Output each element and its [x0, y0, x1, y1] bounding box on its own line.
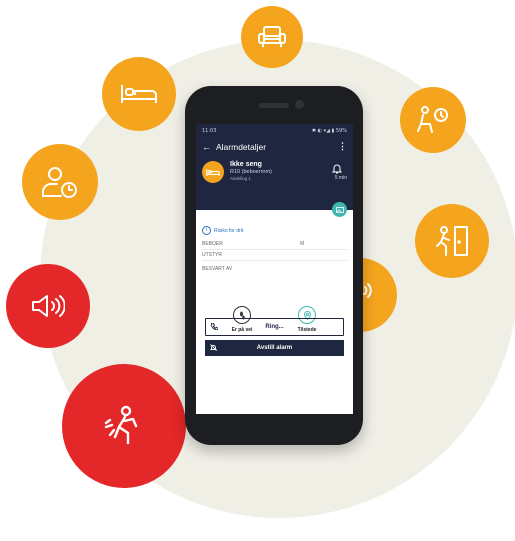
bed-icon — [206, 168, 220, 176]
person-clock-icon — [42, 167, 77, 198]
bell-off-icon — [209, 344, 218, 353]
bed-icon — [121, 85, 157, 103]
divider — [202, 260, 347, 261]
bubble-exit-door — [415, 204, 489, 278]
alarm-details: i Risiko for drit BEBOER M UTSTYR BESVAR… — [196, 210, 353, 414]
risk-text: Risiko for drit — [214, 227, 244, 234]
app-header: 11:03 ✱ ◐ ▾◢ ▮ 59% ← Alarmdetaljer ⋮ Ikk… — [196, 124, 353, 217]
answered-by-label: BESVART AV — [202, 266, 233, 272]
resident-label: BEBOER — [202, 241, 223, 247]
seated-timer-icon — [417, 106, 448, 133]
alarm-elapsed-time: 5 min — [334, 175, 347, 181]
equipment-label: UTSTYR — [202, 252, 222, 258]
bubble-bed — [102, 57, 176, 131]
phone-camera — [295, 100, 304, 109]
status-battery: ✱ ◐ ▾◢ ▮ 59% — [311, 128, 347, 134]
alarm-unit: Avdeling 1 — [230, 176, 251, 181]
risk-notice: i Risiko for drit — [202, 226, 243, 235]
resident-value: M — [300, 241, 305, 247]
phone-speaker — [259, 103, 289, 108]
phone-screen: 11:03 ✱ ◐ ▾◢ ▮ 59% ← Alarmdetaljer ⋮ Ikk… — [196, 124, 353, 414]
ring-label: Ring... — [265, 324, 284, 330]
alarm-room: R10 (beboerrom) — [230, 169, 272, 175]
fall-icon — [104, 405, 138, 445]
more-vert-icon[interactable]: ⋮ — [338, 141, 347, 152]
arrow-left-icon[interactable]: ← — [202, 142, 211, 152]
bubble-person-clock — [22, 144, 98, 220]
speaker-icon — [32, 295, 65, 317]
title-bar: ← Alarmdetaljer ⋮ — [202, 141, 347, 152]
phone-icon — [210, 322, 219, 332]
alarm-title: Ikke seng — [230, 161, 262, 168]
status-time: 11:03 — [202, 128, 217, 134]
bubble-fall — [62, 364, 186, 488]
bubble-seated-timer — [400, 87, 466, 153]
cancel-alarm-label: Avstill alarm — [256, 345, 293, 351]
exit-door-icon — [436, 226, 468, 256]
cancel-alarm-button[interactable]: Avstill alarm — [205, 340, 344, 356]
alarm-type-avatar — [202, 161, 224, 183]
divider — [202, 249, 347, 250]
ring-button[interactable]: Ring... — [205, 318, 344, 336]
phone: 11:03 ✱ ◐ ▾◢ ▮ 59% ← Alarmdetaljer ⋮ Ikk… — [185, 86, 363, 445]
page-title: Alarmdetaljer — [216, 141, 267, 152]
info-icon: i — [202, 226, 211, 235]
bubble-speaker — [6, 264, 90, 348]
status-bar: 11:03 ✱ ◐ ▾◢ ▮ 59% — [202, 128, 347, 134]
bubble-armchair — [241, 6, 303, 68]
armchair-icon — [258, 26, 286, 47]
